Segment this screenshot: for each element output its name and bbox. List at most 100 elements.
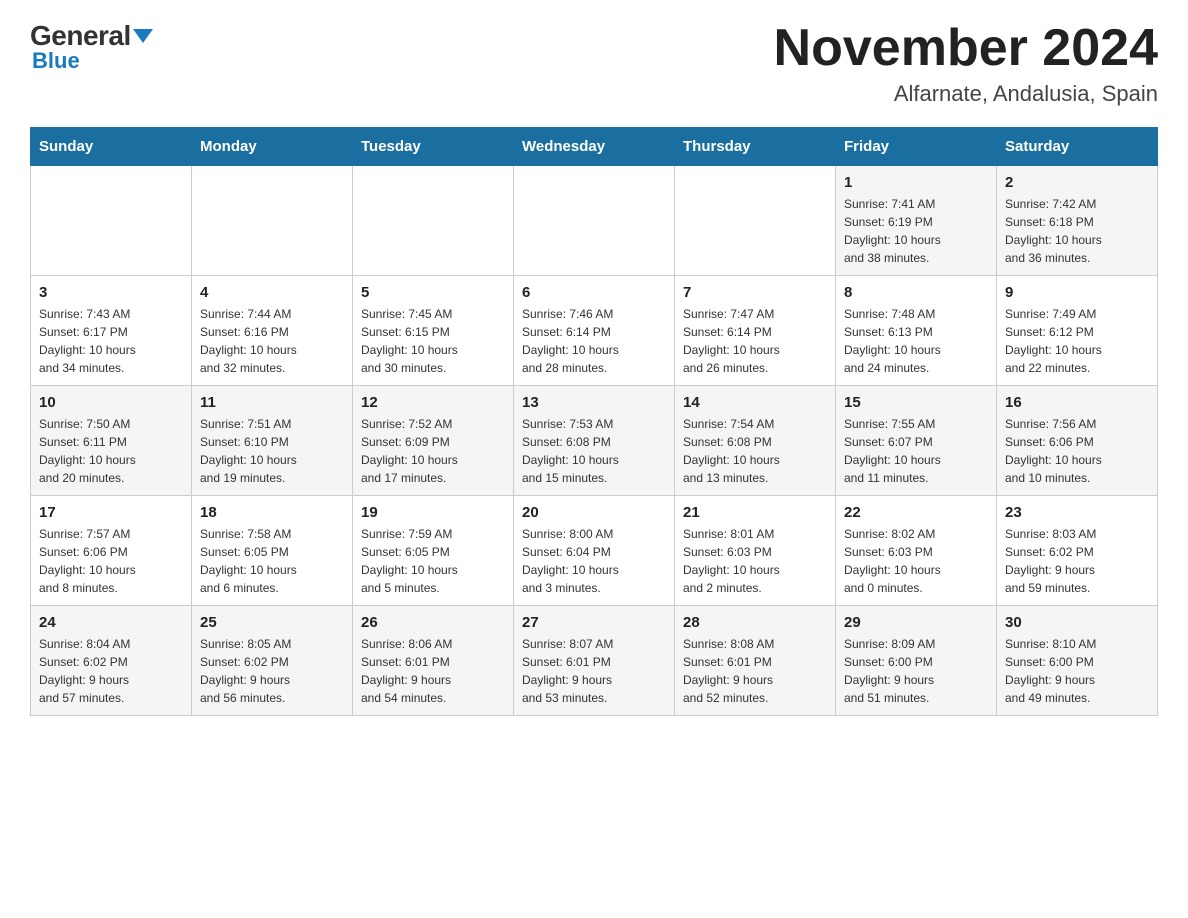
logo-bottom: Blue [30, 48, 80, 74]
day-number: 7 [683, 284, 827, 301]
calendar-cell: 14 Sunrise: 7:54 AMSunset: 6:08 PMDayligh… [675, 386, 836, 496]
calendar-cell: 28 Sunrise: 8:08 AMSunset: 6:01 PMDayligh… [675, 606, 836, 716]
day-number: 24 [39, 614, 183, 631]
day-info: Sunrise: 8:02 AMSunset: 6:03 PMDaylight:… [844, 525, 988, 597]
calendar-cell: 7 Sunrise: 7:47 AMSunset: 6:14 PMDaylight… [675, 276, 836, 386]
day-info: Sunrise: 7:43 AMSunset: 6:17 PMDaylight:… [39, 305, 183, 377]
day-info: Sunrise: 7:59 AMSunset: 6:05 PMDaylight:… [361, 525, 505, 597]
logo: General Blue [30, 20, 153, 74]
calendar-cell: 3Sunrise: 7:43 AMSunset: 6:17 PMDaylight… [31, 276, 192, 386]
calendar-cell: 2 Sunrise: 7:42 AMSunset: 6:18 PMDaylight… [997, 166, 1158, 276]
day-number: 20 [522, 504, 666, 521]
calendar-cell: 1 Sunrise: 7:41 AMSunset: 6:19 PMDaylight… [836, 166, 997, 276]
day-info: Sunrise: 7:49 AMSunset: 6:12 PMDaylight:… [1005, 305, 1149, 377]
calendar-cell: 30Sunrise: 8:10 AMSunset: 6:00 PMDayligh… [997, 606, 1158, 716]
calendar-cell: 16Sunrise: 7:56 AMSunset: 6:06 PMDayligh… [997, 386, 1158, 496]
day-info: Sunrise: 7:47 AMSunset: 6:14 PMDaylight:… [683, 305, 827, 377]
day-number: 16 [1005, 394, 1149, 411]
calendar-cell: 4Sunrise: 7:44 AMSunset: 6:16 PMDaylight… [192, 276, 353, 386]
day-info: Sunrise: 7:51 AMSunset: 6:10 PMDaylight:… [200, 415, 344, 487]
weekday-header: Monday [192, 128, 353, 166]
calendar-cell: 8Sunrise: 7:48 AMSunset: 6:13 PMDaylight… [836, 276, 997, 386]
day-number: 2 [1005, 174, 1149, 191]
weekday-header: Thursday [675, 128, 836, 166]
day-number: 6 [522, 284, 666, 301]
day-info: Sunrise: 8:09 AMSunset: 6:00 PMDaylight:… [844, 635, 988, 707]
calendar-cell: 17 Sunrise: 7:57 AMSunset: 6:06 PMDayligh… [31, 496, 192, 606]
day-number: 9 [1005, 284, 1149, 301]
calendar-cell: 21Sunrise: 8:01 AMSunset: 6:03 PMDayligh… [675, 496, 836, 606]
calendar-cell: 15Sunrise: 7:55 AMSunset: 6:07 PMDayligh… [836, 386, 997, 496]
day-number: 10 [39, 394, 183, 411]
day-number: 17 [39, 504, 183, 521]
calendar-cell: 19 Sunrise: 7:59 AMSunset: 6:05 PMDayligh… [353, 496, 514, 606]
day-info: Sunrise: 8:03 AMSunset: 6:02 PMDaylight:… [1005, 525, 1149, 597]
day-info: Sunrise: 7:41 AMSunset: 6:19 PMDaylight:… [844, 195, 988, 267]
weekday-header: Sunday [31, 128, 192, 166]
calendar-cell: 13 Sunrise: 7:53 AMSunset: 6:08 PMDayligh… [514, 386, 675, 496]
day-info: Sunrise: 7:54 AMSunset: 6:08 PMDaylight:… [683, 415, 827, 487]
calendar-cell [192, 166, 353, 276]
calendar-week-row: 1 Sunrise: 7:41 AMSunset: 6:19 PMDaylight… [31, 166, 1158, 276]
day-info: Sunrise: 8:00 AMSunset: 6:04 PMDaylight:… [522, 525, 666, 597]
calendar-table: SundayMondayTuesdayWednesdayThursdayFrid… [30, 127, 1158, 716]
day-number: 23 [1005, 504, 1149, 521]
title-area: November 2024 Alfarnate, Andalusia, Spai… [774, 20, 1158, 107]
calendar-cell: 12Sunrise: 7:52 AMSunset: 6:09 PMDayligh… [353, 386, 514, 496]
day-number: 28 [683, 614, 827, 631]
day-info: Sunrise: 8:01 AMSunset: 6:03 PMDaylight:… [683, 525, 827, 597]
day-info: Sunrise: 7:52 AMSunset: 6:09 PMDaylight:… [361, 415, 505, 487]
day-info: Sunrise: 7:53 AMSunset: 6:08 PMDaylight:… [522, 415, 666, 487]
calendar-cell: 25 Sunrise: 8:05 AMSunset: 6:02 PMDayligh… [192, 606, 353, 716]
day-number: 30 [1005, 614, 1149, 631]
calendar-cell [31, 166, 192, 276]
day-number: 11 [200, 394, 344, 411]
day-number: 8 [844, 284, 988, 301]
day-number: 19 [361, 504, 505, 521]
calendar-cell [675, 166, 836, 276]
page-header: General Blue November 2024 Alfarnate, An… [30, 20, 1158, 107]
day-info: Sunrise: 7:44 AMSunset: 6:16 PMDaylight:… [200, 305, 344, 377]
weekday-header-row: SundayMondayTuesdayWednesdayThursdayFrid… [31, 128, 1158, 166]
weekday-header: Tuesday [353, 128, 514, 166]
day-number: 29 [844, 614, 988, 631]
day-info: Sunrise: 8:06 AMSunset: 6:01 PMDaylight:… [361, 635, 505, 707]
calendar-cell: 10 Sunrise: 7:50 AMSunset: 6:11 PMDayligh… [31, 386, 192, 496]
day-number: 5 [361, 284, 505, 301]
calendar-week-row: 10 Sunrise: 7:50 AMSunset: 6:11 PMDayligh… [31, 386, 1158, 496]
calendar-cell: 26Sunrise: 8:06 AMSunset: 6:01 PMDayligh… [353, 606, 514, 716]
weekday-header: Saturday [997, 128, 1158, 166]
day-info: Sunrise: 7:57 AMSunset: 6:06 PMDaylight:… [39, 525, 183, 597]
day-number: 13 [522, 394, 666, 411]
calendar-cell [353, 166, 514, 276]
day-info: Sunrise: 7:46 AMSunset: 6:14 PMDaylight:… [522, 305, 666, 377]
day-info: Sunrise: 8:04 AMSunset: 6:02 PMDaylight:… [39, 635, 183, 707]
day-info: Sunrise: 8:07 AMSunset: 6:01 PMDaylight:… [522, 635, 666, 707]
day-info: Sunrise: 7:58 AMSunset: 6:05 PMDaylight:… [200, 525, 344, 597]
day-number: 22 [844, 504, 988, 521]
day-info: Sunrise: 7:45 AMSunset: 6:15 PMDaylight:… [361, 305, 505, 377]
day-number: 27 [522, 614, 666, 631]
day-info: Sunrise: 8:08 AMSunset: 6:01 PMDaylight:… [683, 635, 827, 707]
day-number: 14 [683, 394, 827, 411]
calendar-cell: 11 Sunrise: 7:51 AMSunset: 6:10 PMDayligh… [192, 386, 353, 496]
day-info: Sunrise: 8:05 AMSunset: 6:02 PMDaylight:… [200, 635, 344, 707]
weekday-header: Friday [836, 128, 997, 166]
day-number: 25 [200, 614, 344, 631]
weekday-header: Wednesday [514, 128, 675, 166]
calendar-week-row: 17 Sunrise: 7:57 AMSunset: 6:06 PMDayligh… [31, 496, 1158, 606]
day-info: Sunrise: 7:42 AMSunset: 6:18 PMDaylight:… [1005, 195, 1149, 267]
calendar-week-row: 3Sunrise: 7:43 AMSunset: 6:17 PMDaylight… [31, 276, 1158, 386]
calendar-cell [514, 166, 675, 276]
day-info: Sunrise: 7:50 AMSunset: 6:11 PMDaylight:… [39, 415, 183, 487]
day-number: 18 [200, 504, 344, 521]
calendar-subtitle: Alfarnate, Andalusia, Spain [774, 81, 1158, 107]
calendar-title: November 2024 [774, 20, 1158, 77]
calendar-cell: 24 Sunrise: 8:04 AMSunset: 6:02 PMDayligh… [31, 606, 192, 716]
calendar-cell: 9 Sunrise: 7:49 AMSunset: 6:12 PMDaylight… [997, 276, 1158, 386]
day-number: 1 [844, 174, 988, 191]
calendar-cell: 29 Sunrise: 8:09 AMSunset: 6:00 PMDayligh… [836, 606, 997, 716]
day-info: Sunrise: 7:55 AMSunset: 6:07 PMDaylight:… [844, 415, 988, 487]
calendar-week-row: 24 Sunrise: 8:04 AMSunset: 6:02 PMDayligh… [31, 606, 1158, 716]
calendar-cell: 27 Sunrise: 8:07 AMSunset: 6:01 PMDayligh… [514, 606, 675, 716]
